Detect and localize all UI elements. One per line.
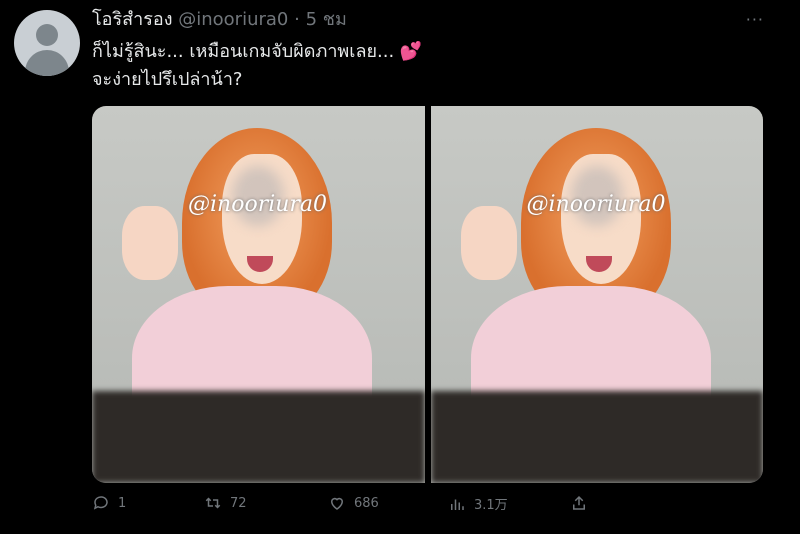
media-image-left[interactable]: @inooriura0	[92, 106, 425, 483]
tweet-actions: 1 72 686 3.1万	[92, 494, 692, 520]
retweet-icon	[205, 497, 221, 509]
reply-count: 1	[118, 495, 127, 511]
watermark: @inooriura0	[526, 192, 666, 217]
tweet-time[interactable]: · 5 ชม	[294, 9, 347, 30]
user-handle[interactable]: @inooriura0	[178, 9, 288, 30]
hand	[122, 206, 178, 280]
tweet-text: ก็ไม่รู้สินะ... เหมือนเกมจับผิดภาพเลย...…	[92, 38, 422, 94]
like-count: 686	[354, 495, 379, 511]
blurred-region	[92, 391, 425, 483]
heart-icon	[330, 497, 344, 510]
retweet-button[interactable]: 72	[204, 494, 247, 512]
reply-button[interactable]: 1	[92, 494, 126, 512]
watermark: @inooriura0	[188, 192, 328, 217]
tweet-text-line2: จะง่ายไปรึเปล่าน้า?	[92, 69, 243, 90]
more-options-icon[interactable]: ···	[746, 10, 764, 29]
avatar-head	[36, 24, 58, 46]
reply-icon	[93, 496, 108, 510]
retweet-count: 72	[230, 495, 247, 511]
tweet-text-line1-content: ก็ไม่รู้สินะ... เหมือนเกมจับผิดภาพเลย...	[92, 41, 395, 62]
like-button[interactable]: 686	[328, 494, 379, 512]
hand	[460, 206, 517, 280]
avatar[interactable]	[14, 10, 80, 76]
views-count: 3.1万	[474, 498, 508, 513]
views-icon	[451, 499, 464, 510]
heart-emoji-icon: 💕	[399, 41, 423, 62]
tweet-media[interactable]: @inooriura0 @inooriura0	[92, 106, 763, 483]
display-name[interactable]: โอริสำรอง	[92, 9, 173, 30]
share-icon	[573, 495, 585, 510]
share-button[interactable]	[570, 494, 588, 512]
tweet-text-line1: ก็ไม่รู้สินะ... เหมือนเกมจับผิดภาพเลย...…	[92, 38, 422, 66]
tweet-header: โอริสำรอง @inooriura0 · 5 ชม	[92, 8, 347, 32]
media-image-right[interactable]: @inooriura0	[430, 106, 763, 483]
blurred-region	[430, 391, 763, 483]
avatar-body	[25, 50, 69, 76]
views-button[interactable]: 3.1万	[448, 494, 508, 513]
